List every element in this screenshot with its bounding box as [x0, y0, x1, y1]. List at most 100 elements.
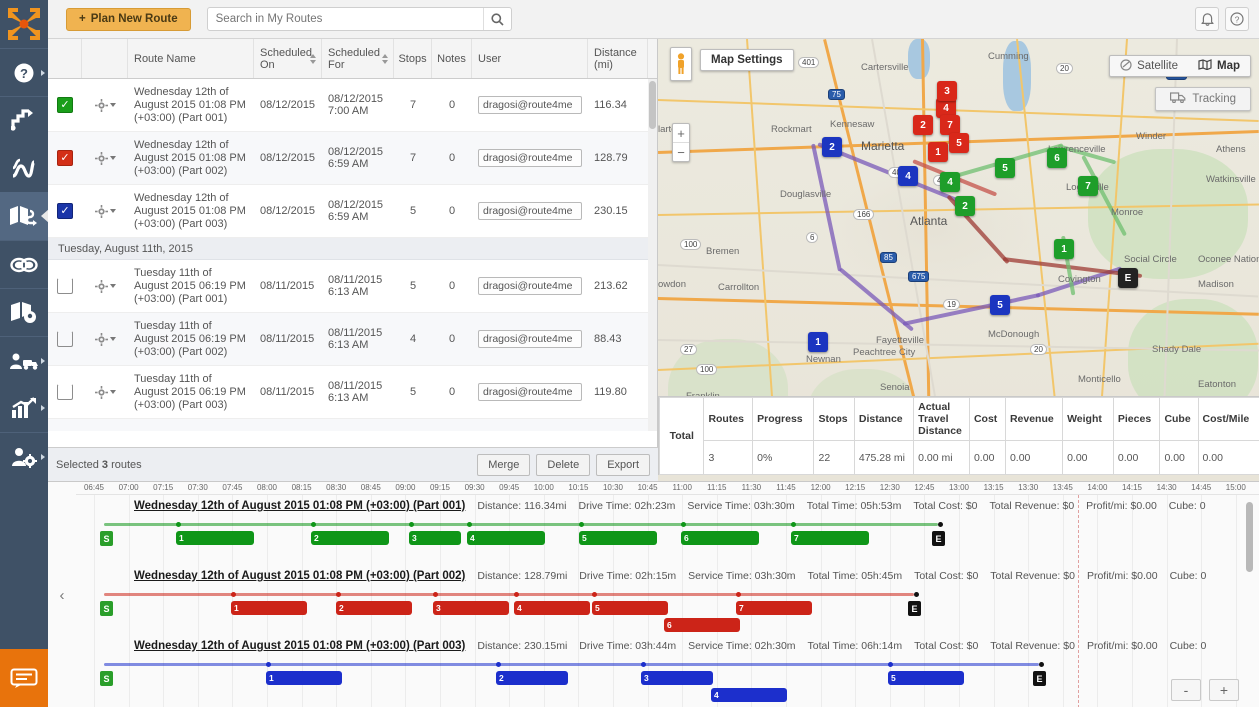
header-scheduled-for[interactable]: ScheduledFor [322, 39, 394, 78]
scrollbar-thumb[interactable] [1246, 502, 1253, 572]
gantt-stop-bar[interactable]: 3 [409, 531, 461, 545]
map-settings-button[interactable]: Map Settings [700, 49, 794, 71]
route-name[interactable]: Tuesday 11th of August 2015 06:19 PM (+0… [128, 260, 254, 312]
help-button[interactable]: ? [1225, 7, 1249, 31]
map-zoom-controls[interactable]: + − [672, 123, 690, 162]
gear-icon[interactable] [95, 152, 116, 165]
user-field[interactable]: dragosi@route4me [478, 277, 582, 295]
search-icon[interactable] [483, 8, 511, 30]
header-user[interactable]: User [472, 39, 588, 78]
gantt-stop-bar[interactable]: 7 [736, 601, 812, 615]
map-pin-stop[interactable]: 5 [990, 295, 1010, 315]
table-row[interactable]: Tuesday 11th of August 2015 06:19 PM (+0… [48, 366, 657, 419]
search-input[interactable] [208, 8, 483, 30]
gantt-stop-bar[interactable]: 5 [579, 531, 657, 545]
map-pin-stop[interactable]: 5 [995, 158, 1015, 178]
map-pin-stop[interactable]: 5 [949, 133, 969, 153]
gantt-track[interactable]: S1234567E [76, 517, 1259, 565]
map-zoom-out-button[interactable]: − [673, 143, 689, 161]
map-pin-stop[interactable]: 4 [898, 166, 918, 186]
route-name[interactable]: Wednesday 12th of August 2015 01:08 PM (… [128, 132, 254, 184]
map-pin-stop[interactable]: 2 [955, 196, 975, 216]
map-pin-stop[interactable]: 7 [1078, 176, 1098, 196]
gantt-stop-bar[interactable]: 6 [664, 618, 740, 632]
gantt-stop-bar[interactable]: 1 [266, 671, 342, 685]
gear-icon[interactable] [95, 205, 116, 218]
gear-icon[interactable] [95, 99, 116, 112]
route-name[interactable]: Tuesday 11th of August 2015 06:19 PM (+0… [128, 313, 254, 365]
gantt-start-badge[interactable]: S [100, 601, 113, 616]
sidebar-item-address-book[interactable] [0, 288, 48, 336]
table-row[interactable]: ✓ Wednesday 12th of August 2015 01:08 PM… [48, 185, 657, 238]
gantt-end-badge[interactable]: E [908, 601, 921, 616]
route-name[interactable]: Tuesday 11th of August [128, 419, 254, 431]
gantt-route-name[interactable]: Wednesday 12th of August 2015 01:08 PM (… [134, 640, 465, 652]
gantt-stop-bar[interactable]: 3 [433, 601, 509, 615]
tracking-button[interactable]: Tracking [1155, 87, 1251, 111]
plan-new-route-button[interactable]: + Plan New Route [66, 8, 191, 31]
gantt-prev-button[interactable]: ‹ [48, 482, 76, 707]
gantt-stop-bar[interactable]: 3 [641, 671, 713, 685]
gantt-track[interactable]: S12354E [76, 657, 1259, 705]
route-checkbox[interactable] [57, 331, 73, 347]
user-field[interactable]: dragosi@route4me [478, 383, 582, 401]
sort-icon[interactable] [382, 54, 388, 64]
sidebar-item-plan-routes[interactable] [0, 96, 48, 144]
header-distance[interactable]: Distance(mi) [588, 39, 648, 78]
gantt-stop-bar[interactable]: 2 [496, 671, 568, 685]
export-button[interactable]: Export [596, 454, 650, 476]
gantt-stop-bar[interactable]: 4 [467, 531, 545, 545]
gantt-stop-bar[interactable]: 4 [711, 688, 787, 702]
gantt-stop-bar[interactable]: 7 [791, 531, 869, 545]
gantt-end-badge[interactable]: E [1033, 671, 1046, 686]
sidebar-item-account-settings[interactable] [0, 432, 48, 480]
search-box[interactable] [207, 7, 512, 31]
gantt-stop-bar[interactable]: 2 [311, 531, 389, 545]
route-name[interactable]: Wednesday 12th of August 2015 01:08 PM (… [128, 185, 254, 237]
gantt-stop-bar[interactable]: 1 [231, 601, 307, 615]
route-checkbox[interactable] [57, 384, 73, 400]
gantt-start-badge[interactable]: S [100, 671, 113, 686]
header-stops[interactable]: Stops [394, 39, 432, 78]
route-checkbox[interactable]: ✓ [57, 203, 73, 219]
map-pin-stop[interactable]: 1 [808, 332, 828, 352]
header-notes[interactable]: Notes [432, 39, 472, 78]
app-logo[interactable] [0, 0, 48, 48]
map-pin-stop[interactable]: 3 [937, 81, 957, 101]
routes-table-body[interactable]: ✓ Wednesday 12th of August 2015 01:08 PM… [48, 79, 657, 431]
gantt-route-name[interactable]: Wednesday 12th of August 2015 01:08 PM (… [134, 570, 465, 582]
header-route-name[interactable]: Route Name [128, 39, 254, 78]
scrollbar-thumb[interactable] [649, 81, 656, 129]
map-type-satellite[interactable]: Satellite [1110, 56, 1188, 76]
gantt-scrollbar[interactable] [1246, 502, 1253, 698]
table-row[interactable]: ✓ Wednesday 12th of August 2015 01:08 PM… [48, 79, 657, 132]
sidebar-item-my-routes[interactable] [0, 192, 48, 240]
gear-icon[interactable] [95, 386, 116, 399]
gear-icon[interactable] [95, 333, 116, 346]
route-name[interactable]: Wednesday 12th of August 2015 01:08 PM (… [128, 79, 254, 131]
gantt-track[interactable]: S1234576E [76, 587, 1259, 635]
sort-icon[interactable] [310, 54, 316, 64]
chat-button[interactable] [0, 649, 48, 707]
gantt-stop-bar[interactable]: 5 [592, 601, 668, 615]
gantt-stop-bar[interactable]: 4 [514, 601, 590, 615]
sidebar-item-team[interactable] [0, 336, 48, 384]
map-pin-end[interactable]: E [1118, 268, 1138, 288]
sidebar-item-territories[interactable] [0, 240, 48, 288]
table-row-partial[interactable]: Tuesday 11th of August [48, 419, 657, 431]
user-field[interactable]: dragosi@route4me [478, 330, 582, 348]
delete-button[interactable]: Delete [536, 454, 590, 476]
route-checkbox[interactable]: ✓ [57, 150, 73, 166]
gantt-start-badge[interactable]: S [100, 531, 113, 546]
map-pin-stop[interactable]: 1 [1054, 239, 1074, 259]
gantt-zoom-out-button[interactable]: - [1171, 679, 1201, 701]
gantt-zoom-in-button[interactable]: + [1209, 679, 1239, 701]
map-pin-stop[interactable]: 2 [822, 137, 842, 157]
merge-button[interactable]: Merge [477, 454, 530, 476]
map-pin-stop[interactable]: 2 [913, 115, 933, 135]
sidebar-item-analytics[interactable] [0, 384, 48, 432]
gear-icon[interactable] [95, 280, 116, 293]
route-name[interactable]: Tuesday 11th of August 2015 06:19 PM (+0… [128, 366, 254, 418]
table-row[interactable]: Tuesday 11th of August 2015 06:19 PM (+0… [48, 313, 657, 366]
gantt-stop-bar[interactable]: 6 [681, 531, 759, 545]
